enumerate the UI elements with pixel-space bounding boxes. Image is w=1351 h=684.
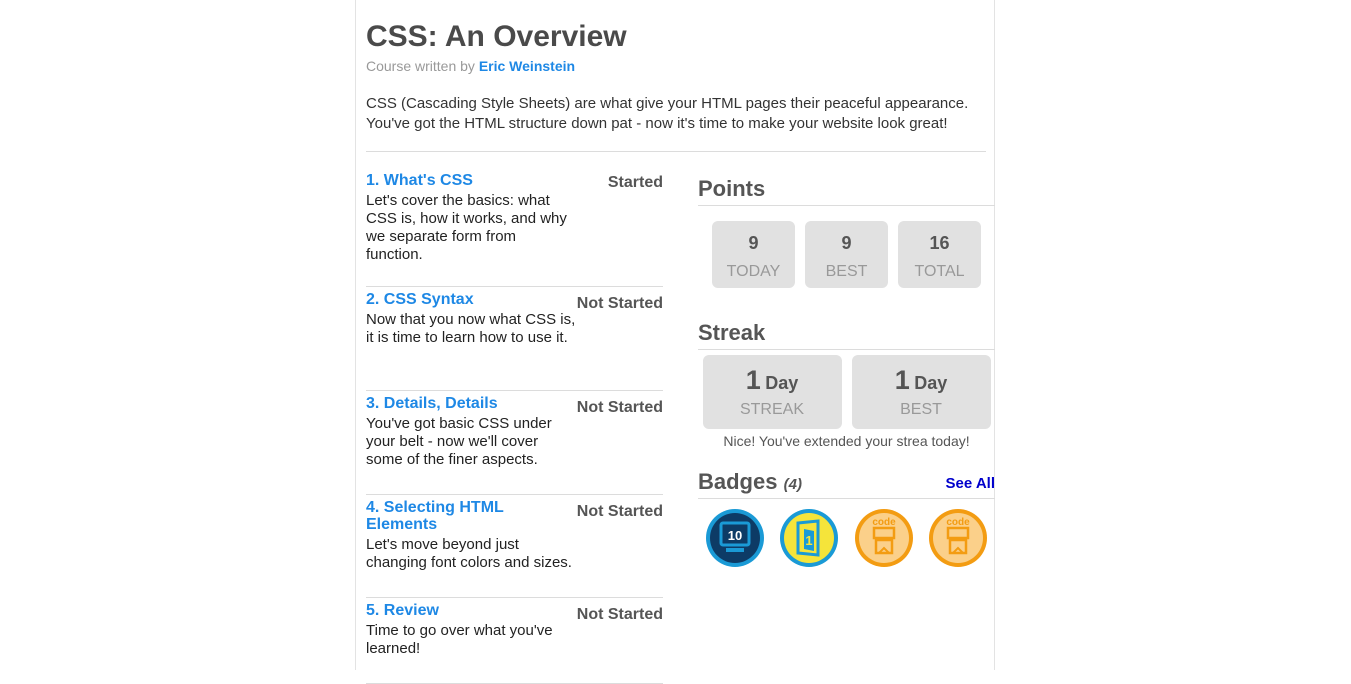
lesson-status: Not Started [576, 503, 663, 520]
points-today-box: 9 TODAY [712, 221, 795, 288]
code-badge-icon[interactable]: code [928, 509, 987, 567]
streak-unit: Day [765, 373, 799, 393]
streak-value: 1 [894, 365, 910, 395]
lesson-description: Let's move beyond just changing font col… [366, 536, 572, 571]
see-all-badges-link[interactable]: See All [946, 475, 995, 492]
lesson-status: Not Started [576, 399, 663, 416]
byline-prefix: Course written by [366, 58, 475, 74]
lesson-description: You've got basic CSS under your belt - n… [366, 415, 552, 468]
points-heading: Points [698, 176, 995, 206]
badge-text: 10 [728, 528, 742, 543]
lesson-status: Not Started [576, 295, 663, 312]
lesson-item: 2. CSS Syntax Not Started Now that you n… [366, 291, 663, 391]
code-badge-icon[interactable]: code [854, 509, 913, 567]
author-link[interactable]: Eric Weinstein [479, 58, 575, 74]
lesson-item: 3. Details, Details Not Started You've g… [366, 395, 663, 495]
divider [366, 151, 986, 152]
lesson-title-link[interactable]: 1. What's CSS [366, 172, 571, 189]
badge-text: code [946, 517, 970, 528]
course-title: CSS: An Overview [366, 20, 627, 53]
badges-heading: Badges [698, 469, 778, 494]
lesson-item: 5. Review Not Started Time to go over wh… [366, 602, 663, 684]
streak-label: STREAK [739, 401, 804, 418]
badges-count: (4) [783, 476, 802, 493]
course-description: CSS (Cascading Style Sheets) are what gi… [366, 95, 969, 132]
streak-heading: Streak [698, 320, 995, 350]
progress-sidebar: Points 9 TODAY 9 BEST 16 TOTAL Streak 1 [698, 176, 995, 567]
lesson-description: Time to go over what you've learned! [366, 622, 553, 657]
streak-unit: Day [914, 373, 948, 393]
lesson-description: Now that you now what CSS is, it is time… [366, 311, 576, 346]
streak-row: 1 Day STREAK 1 Day BEST [698, 355, 995, 429]
lesson-status: Started [607, 174, 663, 191]
course-page: CSS: An Overview Course written by Eric … [355, 0, 995, 684]
points-value: 16 [929, 233, 950, 253]
lesson-status: Not Started [576, 606, 663, 623]
lesson-title-link[interactable]: 4. Selecting HTML Elements [366, 499, 571, 533]
lesson-item: 4. Selecting HTML Elements Not Started L… [366, 499, 663, 598]
points-label: BEST [825, 263, 868, 280]
streak-label: BEST [900, 401, 942, 418]
streak-value: 1 [745, 365, 761, 395]
streak-current-box: 1 Day STREAK [702, 355, 842, 429]
lesson-item: 1. What's CSS Started Let's cover the ba… [366, 172, 663, 287]
first-exercise-badge-icon[interactable]: 1 [780, 509, 839, 567]
points-total-box: 16 TOTAL [898, 221, 981, 288]
badges-header: Badges (4) See All [698, 469, 995, 499]
streak-best-box: 1 Day BEST [851, 355, 991, 429]
points-value: 9 [748, 233, 759, 253]
course-byline: Course written by Eric Weinstein [366, 58, 575, 74]
lesson-title-link[interactable]: 5. Review [366, 602, 571, 619]
streak-note: Nice! You've extended your strea today! [723, 433, 970, 449]
badges-row: 10 1 code code [698, 509, 995, 567]
points-value: 9 [841, 233, 852, 253]
lesson-title-link[interactable]: 3. Details, Details [366, 395, 571, 412]
lesson-list: 1. What's CSS Started Let's cover the ba… [366, 170, 663, 684]
points-label: TODAY [726, 263, 781, 280]
badge-text: code [872, 517, 896, 528]
points-row: 9 TODAY 9 BEST 16 TOTAL [698, 221, 995, 288]
points-best-box: 9 BEST [805, 221, 888, 288]
lesson-description: Let's cover the basics: what CSS is, how… [366, 192, 567, 263]
badge-text: 1 [806, 533, 813, 548]
ten-exercises-badge-icon[interactable]: 10 [706, 509, 765, 567]
lesson-title-link[interactable]: 2. CSS Syntax [366, 291, 571, 308]
points-label: TOTAL [914, 263, 965, 280]
